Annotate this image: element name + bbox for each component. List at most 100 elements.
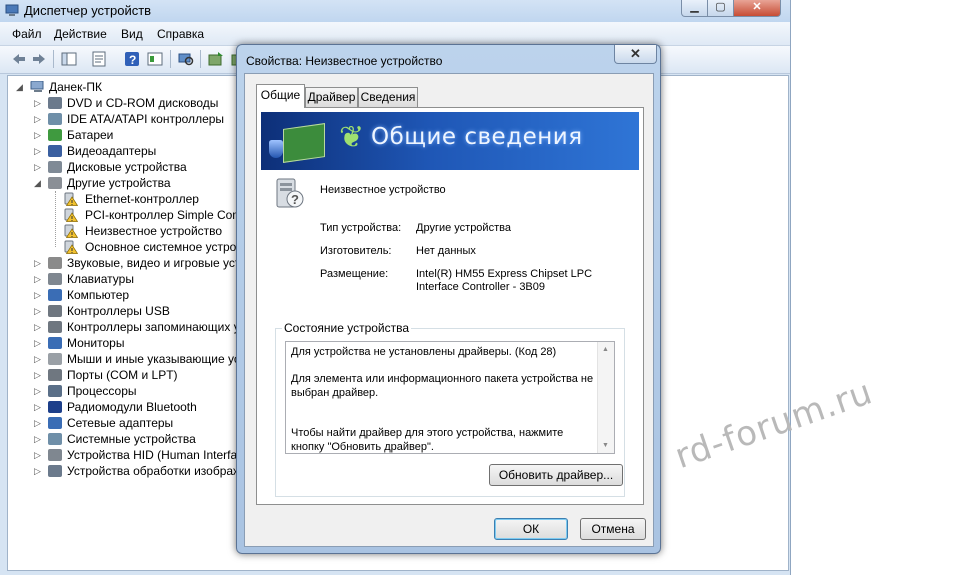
- expand-arrow-icon[interactable]: ▷: [34, 255, 44, 271]
- menu-bar: Файл Действие Вид Справка: [0, 22, 790, 46]
- tab-details[interactable]: Сведения: [358, 87, 418, 107]
- scroll-down-icon[interactable]: ▼: [602, 442, 609, 449]
- expand-arrow-icon[interactable]: ▷: [34, 271, 44, 287]
- unknown-device-warning-icon: [64, 240, 78, 254]
- minimize-button[interactable]: ▁: [681, 0, 708, 17]
- leaf-icon: ❦: [339, 121, 365, 154]
- tree-connector-line: [55, 191, 56, 247]
- bluetooth-icon: [48, 401, 62, 413]
- expand-arrow-icon[interactable]: ▷: [34, 383, 44, 399]
- tree-item-label: Системные устройства: [67, 432, 196, 446]
- expand-arrow-icon[interactable]: ▷: [34, 335, 44, 351]
- collapse-arrow-icon[interactable]: ◢: [16, 79, 26, 95]
- tree-item-label: Клавиатуры: [67, 272, 134, 286]
- status-scrollbar[interactable]: ▲ ▼: [597, 342, 614, 453]
- tree-item-label: DVD и CD-ROM дисководы: [67, 96, 219, 110]
- device-manager-icon: [5, 4, 19, 16]
- expand-arrow-icon[interactable]: ▷: [34, 415, 44, 431]
- unknown-device-warning-icon: [64, 208, 78, 222]
- scan-hardware-icon[interactable]: [178, 51, 194, 67]
- expand-arrow-icon[interactable]: ▷: [34, 351, 44, 367]
- tree-item-label: Компьютер: [67, 288, 130, 302]
- expand-arrow-icon[interactable]: ▷: [34, 399, 44, 415]
- dialog-client-area: Общие Драйвер Сведения ❦ Общие сведения …: [244, 73, 654, 547]
- device-status-group: Состояние устройства Для устройства не у…: [275, 321, 625, 497]
- update-driver-icon[interactable]: [208, 51, 224, 67]
- svg-text:?: ?: [129, 53, 136, 67]
- tree-item-label: Дисковые устройства: [67, 160, 187, 174]
- expand-arrow-icon[interactable]: ▷: [34, 447, 44, 463]
- other-devices-icon: [48, 177, 62, 189]
- display-adapter-icon: [48, 145, 62, 157]
- tree-item-label: Батареи: [67, 128, 114, 142]
- processor-icon: [48, 385, 62, 397]
- location-label: Размещение:: [320, 268, 389, 280]
- expand-arrow-icon[interactable]: ▷: [34, 303, 44, 319]
- expand-arrow-icon[interactable]: ▷: [34, 319, 44, 335]
- imaging-device-icon: [48, 465, 62, 477]
- tab-driver[interactable]: Драйвер: [305, 87, 358, 107]
- unknown-device-icon: ?: [276, 178, 304, 208]
- expand-arrow-icon[interactable]: ▷: [34, 367, 44, 383]
- network-adapter-icon: [48, 417, 62, 429]
- tree-item-label: Видеоадаптеры: [67, 144, 157, 158]
- help-icon[interactable]: ?: [124, 51, 140, 67]
- circuit-board-icon: [283, 123, 325, 163]
- tree-item-label: Сетевые адаптеры: [67, 416, 174, 430]
- tree-item-label: Порты (COM и LPT): [67, 368, 178, 382]
- menu-view[interactable]: Вид: [121, 27, 143, 41]
- ok-button[interactable]: ОК: [494, 518, 568, 540]
- battery-icon: [48, 129, 62, 141]
- properties-icon[interactable]: [91, 51, 107, 67]
- tree-root-label: Данек-ПК: [49, 80, 102, 94]
- expand-arrow-icon[interactable]: ▷: [34, 463, 44, 479]
- manufacturer-label: Изготовитель:: [320, 245, 392, 257]
- tree-item-label: Мыши и иные указывающие устр: [67, 352, 252, 366]
- device-type-value: Другие устройства: [416, 222, 511, 234]
- dialog-close-button[interactable]: ✕: [614, 45, 657, 64]
- tree-item-label: Другие устройства: [67, 176, 171, 190]
- console-tree-icon[interactable]: [61, 51, 77, 67]
- cancel-button[interactable]: Отмена: [580, 518, 646, 540]
- device-status-textbox[interactable]: Для устройства не установлены драйверы. …: [285, 341, 615, 454]
- port-icon: [48, 369, 62, 381]
- close-button[interactable]: ✕: [733, 0, 781, 17]
- expand-arrow-icon[interactable]: ▷: [34, 287, 44, 303]
- scroll-up-icon[interactable]: ▲: [602, 346, 609, 353]
- mouse-icon: [48, 353, 62, 365]
- tree-item-label: PCI-контроллер Simple Comm: [85, 208, 253, 222]
- menu-help[interactable]: Справка: [157, 27, 204, 41]
- svg-text:?: ?: [291, 192, 299, 207]
- tab-general[interactable]: Общие: [256, 84, 305, 108]
- maximize-button[interactable]: ▢: [707, 0, 734, 17]
- storage-controller-icon: [48, 321, 62, 333]
- expand-arrow-icon[interactable]: ▷: [34, 127, 44, 143]
- expand-arrow-icon[interactable]: ▷: [34, 111, 44, 127]
- unknown-device-warning-icon: [64, 224, 78, 238]
- properties-dialog: Свойства: Неизвестное устройство ✕ Общие…: [236, 44, 661, 554]
- expand-arrow-icon[interactable]: ▷: [34, 143, 44, 159]
- manufacturer-value: Нет данных: [416, 245, 476, 257]
- usb-icon: [48, 305, 62, 317]
- expand-arrow-icon[interactable]: ▷: [34, 159, 44, 175]
- back-icon[interactable]: [11, 51, 27, 67]
- tree-item-label: Ethernet-контроллер: [85, 192, 199, 206]
- forward-icon[interactable]: [31, 51, 47, 67]
- general-tab-page: ❦ Общие сведения ? Неизвестное устройств…: [256, 107, 644, 505]
- menu-action[interactable]: Действие: [54, 27, 107, 41]
- tree-item-label: Основное системное устрой: [85, 240, 244, 254]
- update-driver-button[interactable]: Обновить драйвер...: [489, 464, 623, 486]
- computer-icon: [30, 81, 44, 92]
- ide-controller-icon: [48, 113, 62, 125]
- keyboard-icon: [48, 273, 62, 285]
- device-status-text: Для устройства не установлены драйверы. …: [291, 346, 594, 453]
- menu-file[interactable]: Файл: [12, 27, 42, 41]
- collapse-arrow-icon[interactable]: ◢: [34, 175, 44, 191]
- tree-item-label: Мониторы: [67, 336, 125, 350]
- disk-drive-icon: [48, 161, 62, 173]
- computer-icon: [48, 289, 62, 301]
- expand-arrow-icon[interactable]: ▷: [34, 431, 44, 447]
- show-hide-icon[interactable]: [147, 51, 163, 67]
- expand-arrow-icon[interactable]: ▷: [34, 95, 44, 111]
- device-name: Неизвестное устройство: [320, 184, 446, 196]
